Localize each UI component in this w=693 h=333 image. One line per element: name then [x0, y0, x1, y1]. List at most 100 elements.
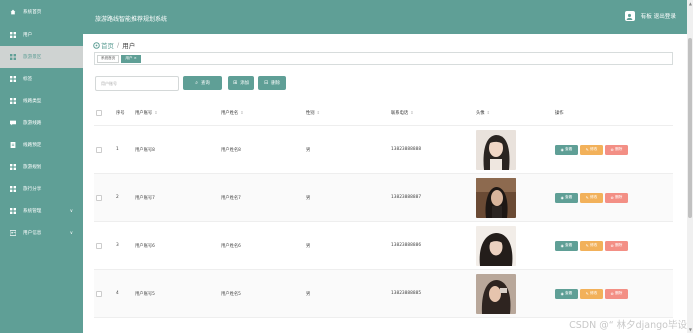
row-index: 1	[116, 147, 119, 152]
sort-icon[interactable]: ⇕	[410, 110, 413, 115]
row-name: 用户姓名6	[221, 243, 241, 249]
row-delete-button[interactable]: ⊗ 删除	[605, 288, 628, 299]
sidebar-item-users[interactable]: 用户	[0, 24, 83, 46]
column-header-sex[interactable]: 性别 ⇕	[306, 110, 320, 116]
sidebar-item-system-management[interactable]: 系统管理 ∨	[0, 200, 83, 222]
row-actions: ◉ 查看 ✎ 修改 ⊗ 删除	[555, 144, 630, 155]
user-avatar-photo[interactable]	[476, 225, 516, 266]
column-header-label: 用户账号	[135, 110, 153, 116]
row-delete-button[interactable]: ⊗ 删除	[605, 240, 628, 251]
grid-icon	[10, 32, 16, 38]
sort-icon[interactable]: ⇕	[317, 110, 320, 115]
view-button[interactable]: ◉ 查看	[555, 144, 578, 155]
row-delete-button-label: 删除	[614, 291, 623, 295]
row-checkbox[interactable]	[96, 146, 102, 153]
column-header-name[interactable]: 用户姓名 ⇕	[221, 110, 244, 116]
search-input[interactable]: 用户账号	[95, 76, 179, 91]
view-button[interactable]: ◉ 查看	[555, 288, 578, 299]
row-actions: ◉ 查看 ✎ 修改 ⊗ 删除	[555, 288, 630, 299]
scroll-up-icon[interactable]: ▲	[689, 1, 692, 6]
row-index: 2	[116, 195, 119, 200]
sidebar-item-route-types[interactable]: 线路类型	[0, 90, 83, 112]
sidebar-item-travel-planning[interactable]: 旅游规划	[0, 156, 83, 178]
add-button[interactable]: ⊞ 添加	[228, 76, 254, 90]
view-button-label: 查看	[565, 195, 573, 199]
grid-icon	[10, 164, 16, 170]
sort-icon[interactable]: ⇕	[154, 110, 157, 115]
search-button[interactable]: ⌕ 查询	[183, 76, 222, 90]
row-phone: 13823888888	[391, 147, 422, 152]
table-row: 3 用户账号6 用户姓名6 男 13823888886 ◉ 查看 ✎ 修改 ⊗ …	[94, 222, 673, 270]
row-sex: 男	[306, 195, 311, 201]
sidebar-item-scenic-spots[interactable]: 旅游景区	[0, 46, 83, 68]
row-checkbox[interactable]	[96, 242, 102, 249]
sidebar-item-travel-sharing[interactable]: 旅行分享	[0, 178, 83, 200]
sort-icon[interactable]: ⇕	[487, 110, 490, 115]
edit-button[interactable]: ✎ 修改	[580, 144, 603, 155]
sidebar-item-label: 线路类型	[23, 99, 42, 104]
column-header-index: 序号	[116, 110, 125, 116]
sidebar-item-travel-routes[interactable]: 旅游线路	[0, 112, 83, 134]
tab-home[interactable]: 系统首页	[97, 54, 120, 63]
row-delete-button-label: 删除	[614, 243, 623, 247]
row-delete-button[interactable]: ⊗ 删除	[605, 144, 628, 155]
sidebar-item-label: 线路预定	[23, 143, 42, 148]
sidebar-item-label: 旅游线路	[23, 121, 42, 126]
table-row: 4 用户账号5 用户姓名5 男 13823888885 ◉ 查看 ✎ 修改 ⊗ …	[94, 270, 673, 318]
column-header-account[interactable]: 用户账号 ⇕	[135, 110, 158, 116]
column-header-label: 用户姓名	[221, 110, 239, 116]
edit-button[interactable]: ✎ 修改	[580, 240, 603, 251]
row-delete-button[interactable]: ⊗ 删除	[605, 192, 628, 203]
home-icon	[93, 41, 100, 49]
vertical-scrollbar[interactable]: ▲ ▼	[687, 0, 693, 333]
chevron-down-icon: ∨	[69, 230, 73, 236]
row-checkbox[interactable]	[96, 290, 102, 297]
scrollbar-thumb[interactable]	[688, 38, 692, 218]
row-delete-button-label: 删除	[614, 147, 623, 151]
user-menu[interactable]: 有板 退出登录	[624, 11, 676, 21]
column-header-avatar[interactable]: 头像 ⇕	[476, 110, 490, 116]
edit-button[interactable]: ✎ 修改	[580, 288, 603, 299]
message-icon	[10, 120, 16, 126]
sidebar-item-label: 系统首页	[23, 10, 42, 15]
row-account: 用户账号6	[135, 243, 155, 249]
edit-button-label: 修改	[589, 243, 598, 247]
sidebar-item-label: 系统管理	[23, 209, 42, 214]
edit-button-label: 修改	[589, 195, 598, 199]
sidebar-item-label: 标签	[23, 77, 33, 82]
user-logout-text[interactable]: 有板 退出登录	[641, 12, 676, 20]
user-avatar-photo[interactable]	[476, 273, 516, 314]
select-all-checkbox[interactable]	[96, 109, 102, 116]
grid-icon	[10, 54, 16, 60]
sort-icon[interactable]: ⇕	[240, 110, 243, 115]
view-button[interactable]: ◉ 查看	[555, 240, 578, 251]
delete-icon: ⊟	[264, 80, 269, 86]
row-sex: 男	[306, 147, 311, 153]
table-row: 2 用户账号7 用户姓名7 男 13823888887 ◉ 查看 ✎ 修改 ⊗ …	[94, 174, 673, 222]
sidebar-item-route-booking[interactable]: 线路预定	[0, 134, 83, 156]
row-index: 4	[116, 291, 119, 296]
edit-button-label: 修改	[589, 291, 598, 295]
sidebar-item-home[interactable]: 系统首页	[0, 0, 83, 24]
grid-icon	[10, 208, 16, 214]
column-header-label: 联系电话	[391, 110, 409, 116]
edit-button[interactable]: ✎ 修改	[580, 192, 603, 203]
sidebar-item-tags[interactable]: 标签	[0, 68, 83, 90]
sidebar-item-user-info[interactable]: 用户信息 ∨	[0, 222, 83, 244]
breadcrumb-home[interactable]: 首页	[101, 40, 114, 50]
column-header-phone[interactable]: 联系电话 ⇕	[391, 110, 414, 116]
row-account: 用户账号7	[135, 195, 155, 201]
view-button[interactable]: ◉ 查看	[555, 192, 578, 203]
row-phone: 13823888885	[391, 291, 422, 296]
user-avatar-photo[interactable]	[476, 129, 516, 170]
user-avatar-photo[interactable]	[476, 177, 516, 218]
delete-button[interactable]: ⊟ 删除	[258, 76, 286, 90]
sidebar-item-label: 旅行分享	[23, 187, 42, 192]
scroll-down-icon[interactable]: ▼	[689, 327, 692, 332]
row-checkbox[interactable]	[96, 194, 102, 201]
row-delete-button-label: 删除	[614, 195, 623, 199]
view-button-label: 查看	[565, 243, 573, 247]
tab-users[interactable]: 用户 ×	[121, 54, 141, 63]
row-actions: ◉ 查看 ✎ 修改 ⊗ 删除	[555, 240, 630, 251]
grid-icon	[10, 98, 16, 104]
